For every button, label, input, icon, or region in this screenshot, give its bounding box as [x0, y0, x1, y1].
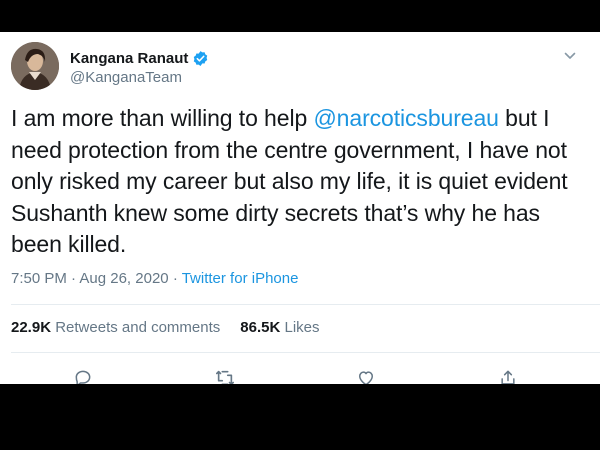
mention-link[interactable]: @narcoticsbureau [313, 105, 499, 131]
tweet-header: Kangana Ranaut @KanganaTeam [11, 42, 590, 92]
avatar-portrait-icon [11, 42, 59, 90]
tweet-card: Kangana Ranaut @KanganaTeam I am more th… [0, 32, 600, 384]
author-handle[interactable]: @KanganaTeam [70, 69, 209, 86]
tweet-date[interactable]: Aug 26, 2020 [79, 270, 168, 287]
reply-icon[interactable] [71, 366, 95, 384]
tweet-text: I am more than willing to help @narcotic… [11, 103, 591, 261]
retweets-count: 22.9K [11, 319, 52, 336]
display-name[interactable]: Kangana Ranaut [70, 50, 188, 67]
retweet-icon[interactable] [213, 366, 237, 384]
share-icon[interactable] [496, 366, 520, 384]
divider [11, 304, 600, 305]
likes-count: 86.5K [240, 319, 281, 336]
tweet-text-part: I am more than willing to help [11, 105, 314, 131]
avatar[interactable] [11, 42, 59, 90]
like-icon[interactable] [354, 366, 378, 384]
meta-separator: · [172, 270, 178, 287]
tweet-source-link[interactable]: Twitter for iPhone [182, 270, 299, 287]
image-frame: Kangana Ranaut @KanganaTeam I am more th… [0, 0, 600, 450]
meta-separator: · [71, 270, 77, 287]
tweet-meta: 7:50 PM · Aug 26, 2020 · Twitter for iPh… [11, 270, 298, 287]
display-name-row: Kangana Ranaut [70, 48, 209, 68]
tweet-stats: 22.9K Retweets and comments 86.5K Likes [11, 319, 320, 336]
author-names: Kangana Ranaut @KanganaTeam [70, 48, 209, 86]
verified-badge-icon [192, 50, 209, 67]
likes-label: Likes [284, 319, 320, 336]
retweets-label: Retweets and comments [55, 319, 221, 336]
divider [11, 352, 600, 353]
tweet-actions [0, 366, 600, 384]
likes-stat[interactable]: 86.5K Likes [240, 319, 319, 336]
chevron-down-icon[interactable] [560, 46, 580, 66]
tweet-time[interactable]: 7:50 PM [11, 270, 67, 287]
retweets-stat[interactable]: 22.9K Retweets and comments [11, 319, 220, 336]
